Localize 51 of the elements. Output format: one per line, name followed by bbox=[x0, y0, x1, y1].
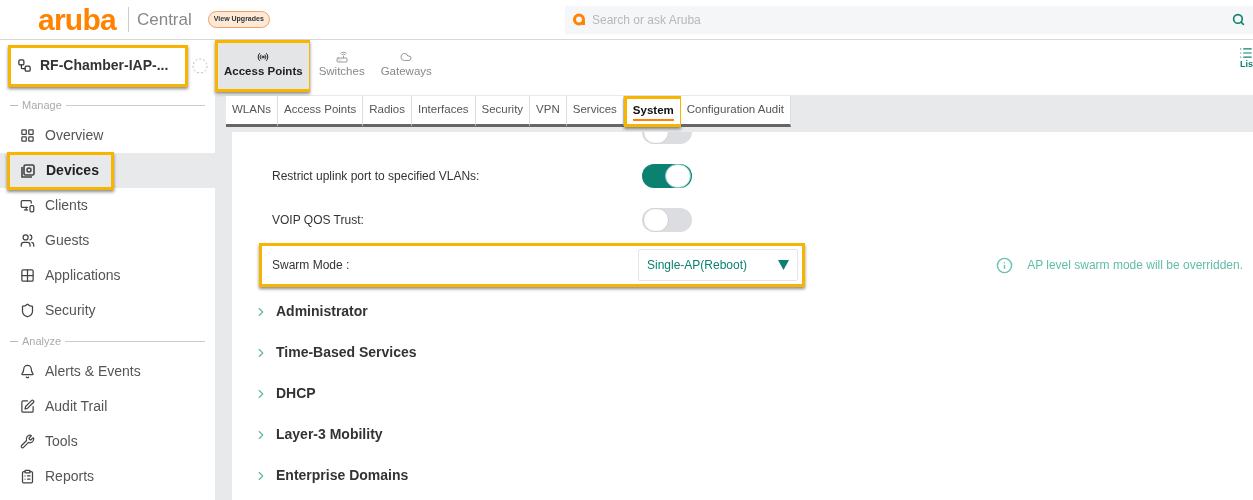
loading-spinner-icon bbox=[192, 57, 208, 74]
config-tab[interactable]: Configuration Audit bbox=[680, 96, 791, 127]
logo: aruba bbox=[38, 4, 116, 35]
toggle-switch[interactable] bbox=[642, 164, 692, 188]
cloud-icon bbox=[400, 51, 413, 64]
config-tab[interactable]: Radios bbox=[363, 96, 413, 127]
grid-icon bbox=[20, 268, 35, 283]
toggle-switch[interactable] bbox=[642, 208, 692, 232]
config-tab[interactable]: Security bbox=[475, 96, 531, 127]
clipboard-icon bbox=[20, 469, 35, 484]
device-type-tab[interactable]: Gateways bbox=[371, 40, 439, 92]
config-tab[interactable]: System bbox=[623, 96, 681, 127]
device-type-tab[interactable]: Switches bbox=[309, 40, 372, 92]
swarm-mode-row: Swarm Mode : Single-AP(Reboot) bbox=[259, 243, 805, 287]
info-note: AP level swarm mode will be overridden. bbox=[1027, 257, 1243, 274]
info-icon bbox=[996, 256, 1014, 274]
sidebar-item[interactable]: Devices bbox=[7, 151, 114, 190]
config-tab[interactable]: Services bbox=[566, 96, 624, 127]
dropdown-arrow-icon bbox=[778, 260, 789, 270]
people-icon bbox=[20, 233, 35, 248]
devices-icon bbox=[20, 162, 36, 179]
product-name: Central bbox=[127, 6, 192, 33]
list-view-toggle[interactable]: Lis bbox=[1239, 40, 1253, 69]
switch-icon bbox=[335, 51, 348, 64]
dropdown[interactable]: Single-AP(Reboot) bbox=[638, 249, 798, 281]
pen-square-icon bbox=[20, 399, 35, 414]
config-tab[interactable]: WLANs bbox=[226, 96, 278, 127]
shield-icon bbox=[20, 303, 35, 318]
setting-label: VOIP QOS Trust: bbox=[272, 212, 365, 229]
list-icon bbox=[1239, 46, 1253, 60]
overview-icon bbox=[20, 128, 35, 143]
setting-label: Restrict uplink port to specified VLANs: bbox=[272, 168, 481, 185]
device-type-tab[interactable]: Access Points bbox=[215, 40, 310, 92]
section-heading: Manage bbox=[22, 97, 62, 113]
bell-icon bbox=[20, 364, 35, 379]
config-tab[interactable]: Access Points bbox=[278, 96, 364, 127]
search-icon[interactable] bbox=[1232, 13, 1245, 26]
section-header[interactable]: Enterprise Domains bbox=[254, 455, 417, 496]
section-header[interactable]: Time-Based Services bbox=[254, 332, 425, 373]
section-heading: Analyze bbox=[22, 333, 62, 349]
network-icon bbox=[17, 58, 32, 73]
access-point-icon bbox=[257, 51, 270, 64]
wrench-icon bbox=[20, 434, 35, 449]
section-header[interactable]: DHCP bbox=[254, 373, 324, 414]
device-selector[interactable]: RF-Chamber-IAP-... bbox=[8, 44, 188, 87]
config-tab[interactable]: Interfaces bbox=[412, 96, 476, 127]
section-header[interactable]: Administrator bbox=[254, 291, 376, 332]
search-logo-icon bbox=[573, 13, 586, 26]
devices-pair-icon bbox=[20, 198, 35, 213]
config-tab[interactable]: VPN bbox=[530, 96, 567, 127]
section-header[interactable]: Layer-3 Mobility bbox=[254, 414, 391, 455]
